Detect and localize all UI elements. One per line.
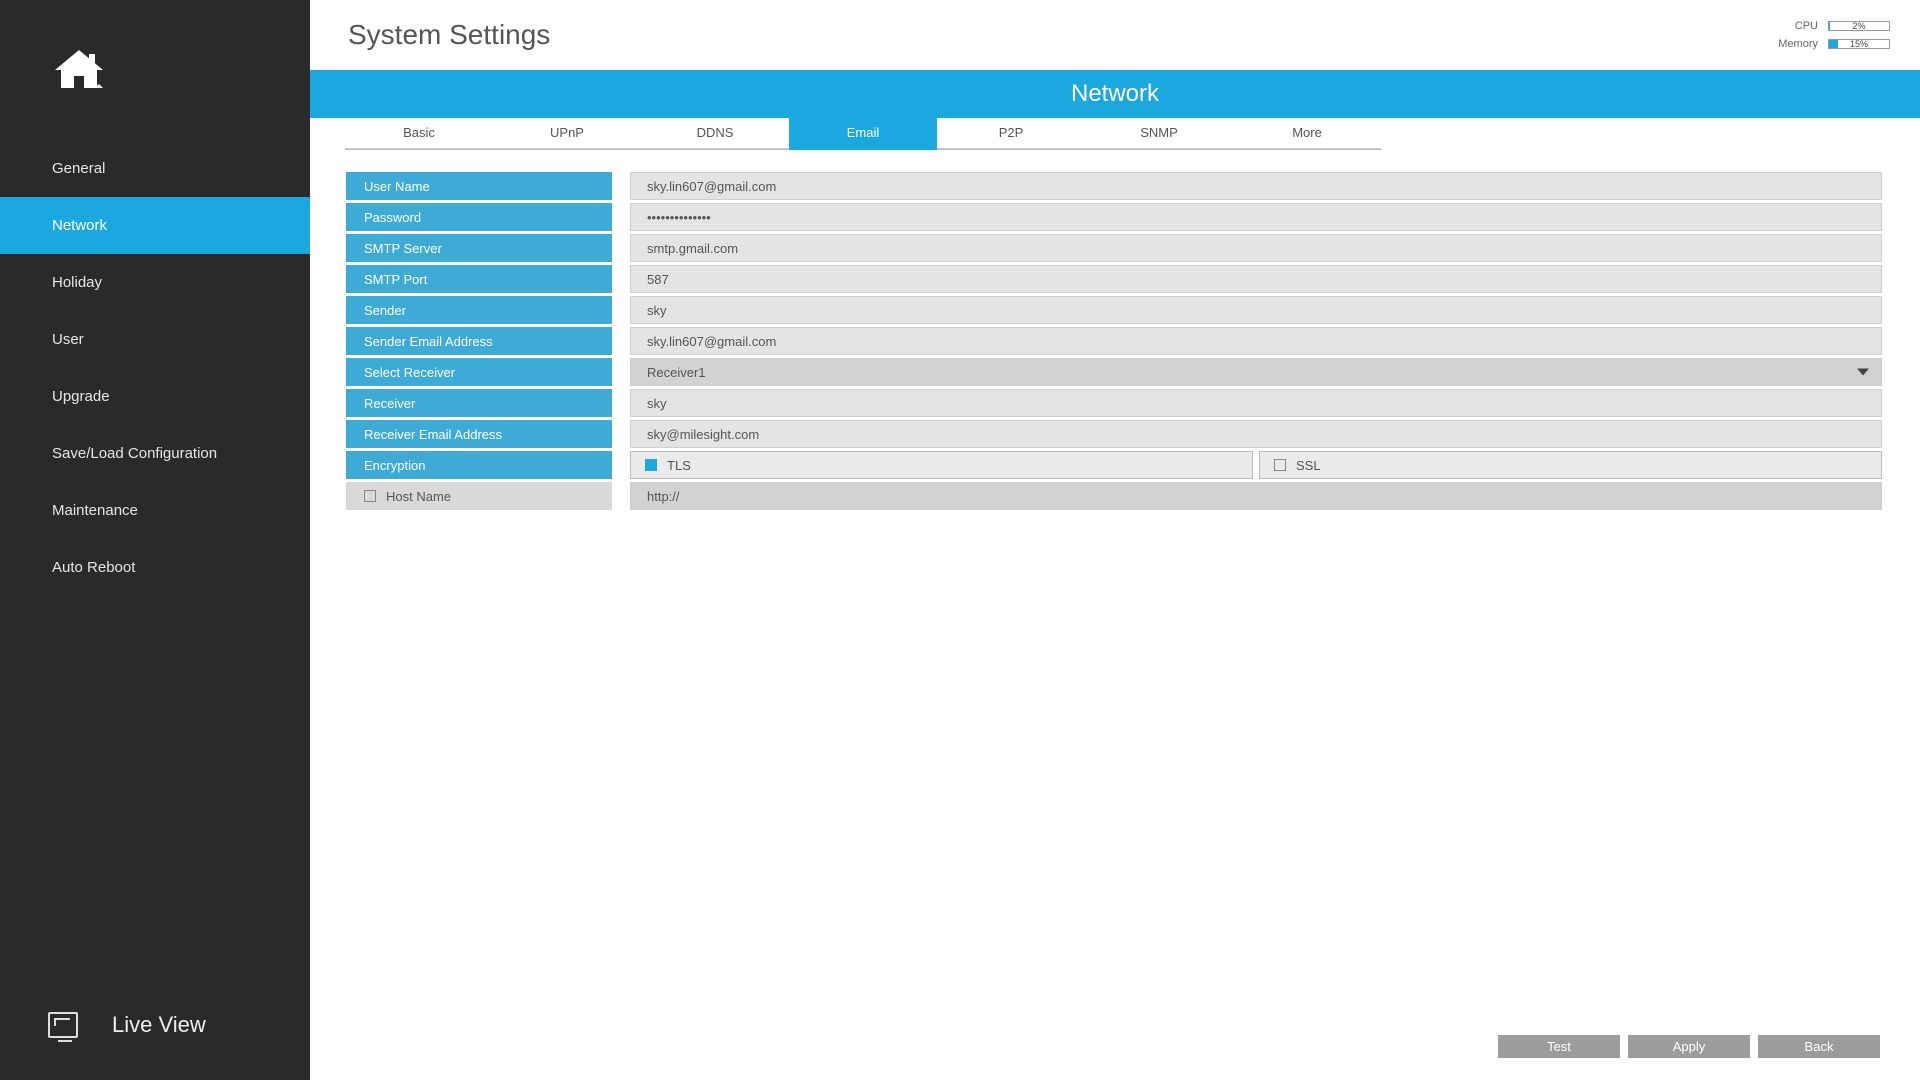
field-smtp-port[interactable] [630,265,1882,293]
encryption-tls[interactable]: TLS [630,451,1253,479]
cpu-label: CPU [1795,20,1818,32]
sidebar-item-label: Save/Load Configuration [52,445,217,462]
password-input[interactable] [647,210,1865,225]
field-sender-email[interactable] [630,327,1882,355]
user-name-input[interactable] [647,179,1865,194]
page-title: System Settings [348,19,550,51]
chevron-down-icon [1857,369,1869,376]
smtp-port-input[interactable] [647,272,1865,287]
ssl-label: SSL [1296,458,1321,473]
receiver-email-input[interactable] [647,427,1865,442]
field-receiver-email[interactable] [630,420,1882,448]
sender-input[interactable] [647,303,1865,318]
monitor-icon [48,1012,78,1038]
encryption-ssl[interactable]: SSL [1259,451,1882,479]
sidebar-item-maintenance[interactable]: Maintenance [0,482,310,539]
sidebar: General Network Holiday User Upgrade Sav… [0,0,310,1080]
memory-bar: 15% [1828,39,1890,49]
sidebar-item-upgrade[interactable]: Upgrade [0,368,310,425]
apply-button[interactable]: Apply [1628,1035,1750,1058]
sidebar-item-label: Auto Reboot [52,559,135,576]
label-smtp-port: SMTP Port [346,265,612,293]
section-banner: Network [310,70,1920,118]
memory-label: Memory [1778,38,1818,50]
ssl-checkbox[interactable] [1274,459,1286,471]
tab-more[interactable]: More [1233,118,1381,150]
live-view-button[interactable]: Live View [0,970,310,1080]
sender-email-input[interactable] [647,334,1865,349]
label-receiver: Receiver [346,389,612,417]
label-sender: Sender [346,296,612,324]
sidebar-item-general[interactable]: General [0,140,310,197]
tab-basic[interactable]: Basic [345,118,493,150]
field-select-receiver[interactable]: Receiver1 [630,358,1882,386]
field-user-name[interactable] [630,172,1882,200]
system-stats: CPU 2% Memory 15% [1778,20,1890,50]
label-password: Password [346,203,612,231]
label-encryption: Encryption [346,451,612,479]
sidebar-item-label: Network [52,217,107,234]
label-user-name: User Name [346,172,612,200]
label-sender-email: Sender Email Address [346,327,612,355]
field-smtp-server[interactable] [630,234,1882,262]
receiver-input[interactable] [647,396,1865,411]
tab-p2p[interactable]: P2P [937,118,1085,150]
tls-label: TLS [667,458,691,473]
back-button[interactable]: Back [1758,1035,1880,1058]
host-name-text: Host Name [386,489,451,504]
sidebar-item-label: Upgrade [52,388,110,405]
tab-bar: Basic UPnP DDNS Email P2P SNMP More [310,118,1920,150]
select-receiver-value: Receiver1 [647,365,706,380]
main-content: System Settings CPU 2% Memory 15% Networ… [310,0,1920,1080]
label-select-receiver: Select Receiver [346,358,612,386]
sidebar-item-holiday[interactable]: Holiday [0,254,310,311]
sidebar-item-autoreboot[interactable]: Auto Reboot [0,539,310,596]
sidebar-item-label: General [52,160,105,177]
sidebar-item-label: Holiday [52,274,102,291]
live-view-label: Live View [112,1012,206,1038]
home-icon[interactable] [55,50,103,90]
field-password[interactable] [630,203,1882,231]
sidebar-item-network[interactable]: Network [0,197,310,254]
field-sender[interactable] [630,296,1882,324]
test-button[interactable]: Test [1498,1035,1620,1058]
sidebar-item-saveload[interactable]: Save/Load Configuration [0,425,310,482]
sidebar-item-user[interactable]: User [0,311,310,368]
email-form: User Name Password SMTP Server SMTP Port… [310,150,1920,513]
tab-snmp[interactable]: SNMP [1085,118,1233,150]
label-host-name[interactable]: Host Name [346,482,612,510]
host-name-input[interactable] [647,489,1865,504]
label-receiver-email: Receiver Email Address [346,420,612,448]
host-name-checkbox[interactable] [364,490,376,502]
label-smtp-server: SMTP Server [346,234,612,262]
field-receiver[interactable] [630,389,1882,417]
sidebar-item-label: User [52,331,84,348]
tls-checkbox[interactable] [645,459,657,471]
tab-ddns[interactable]: DDNS [641,118,789,150]
tab-email[interactable]: Email [789,118,937,150]
cpu-bar: 2% [1828,21,1890,31]
tab-upnp[interactable]: UPnP [493,118,641,150]
smtp-server-input[interactable] [647,241,1865,256]
sidebar-item-label: Maintenance [52,502,138,519]
field-host-name[interactable] [630,482,1882,510]
